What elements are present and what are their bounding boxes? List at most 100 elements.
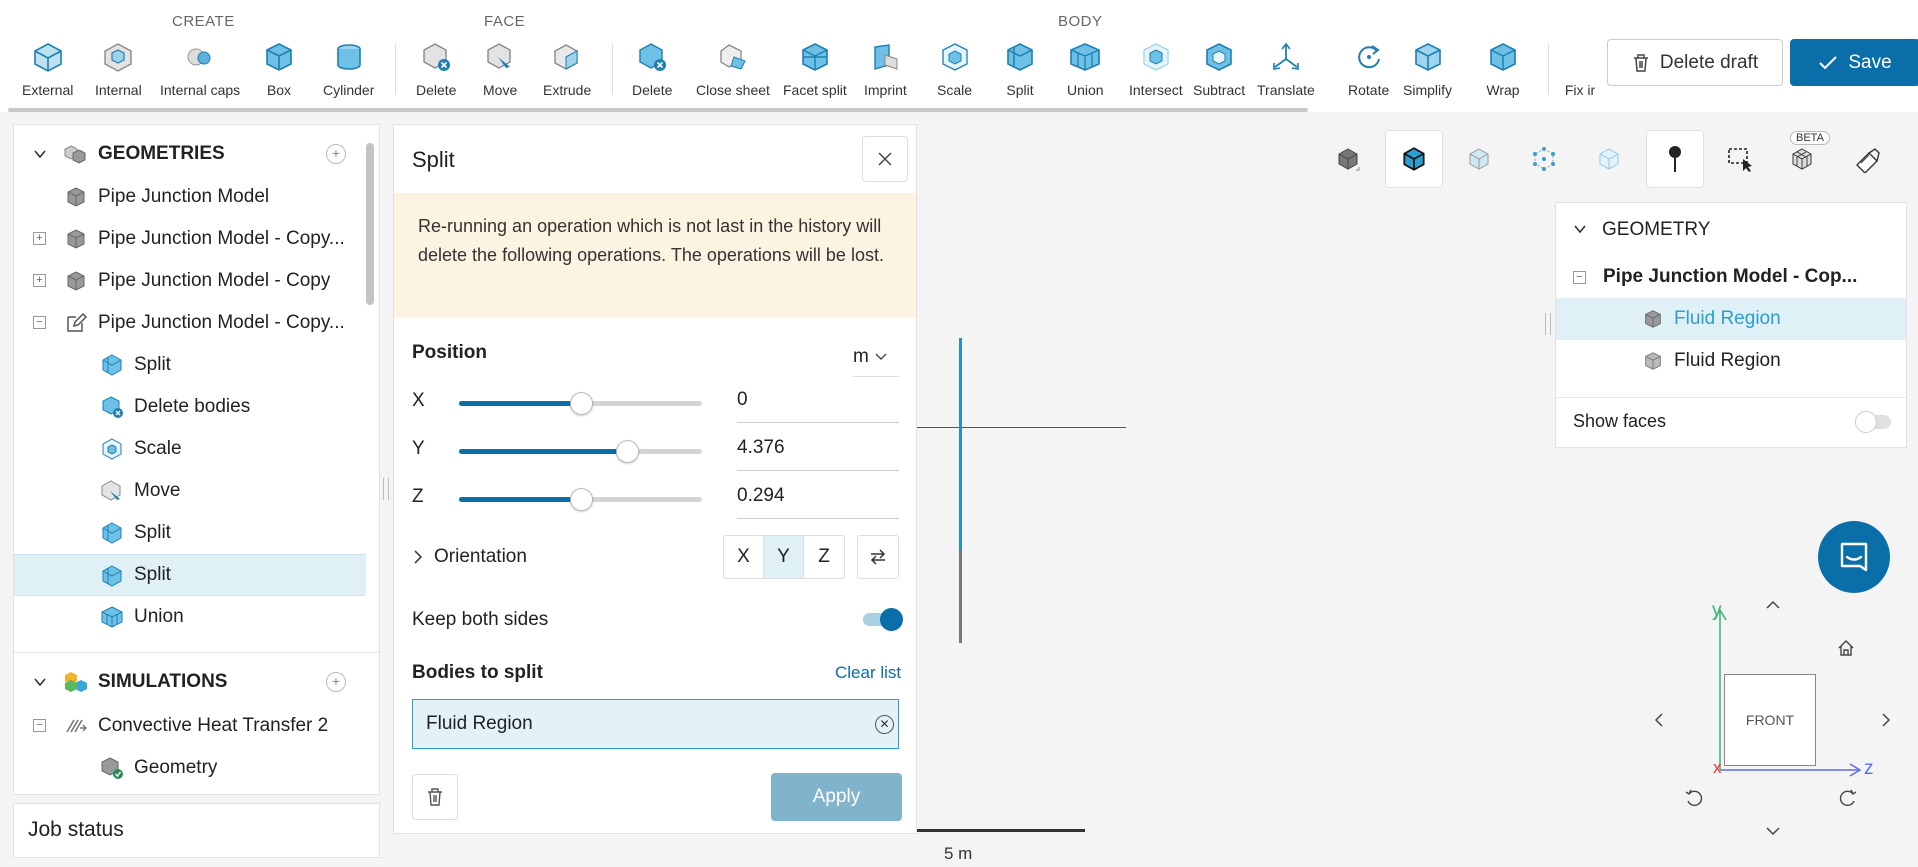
rotate-right-icon[interactable]: [1881, 712, 1891, 728]
solid-edges-view-button[interactable]: [1385, 130, 1443, 188]
tree-item-geometry-draft[interactable]: − Pipe Junction Model - Copy...: [14, 302, 366, 344]
face-delete-button[interactable]: Delete: [416, 40, 456, 98]
rotate-cw-icon[interactable]: [1838, 788, 1858, 808]
face-extrude-button[interactable]: Extrude: [543, 40, 591, 98]
tree-op-split[interactable]: Split: [14, 512, 366, 554]
simulations-header[interactable]: SIMULATIONS +: [14, 661, 366, 703]
box-select-button[interactable]: [1711, 130, 1769, 188]
facet-split-button[interactable]: Facet split: [783, 40, 847, 98]
unit-select[interactable]: m: [853, 337, 899, 377]
geometry-overlay-header[interactable]: GEOMETRY: [1556, 209, 1906, 251]
navigation-cube[interactable]: FRONT: [1724, 674, 1816, 766]
show-faces-toggle[interactable]: [1855, 411, 1891, 433]
add-simulation-button[interactable]: +: [326, 672, 346, 692]
tree-op-delete-bodies[interactable]: Delete bodies: [14, 386, 366, 428]
tree-op-union[interactable]: Union: [14, 596, 366, 638]
tree-item-geometry[interactable]: Pipe Junction Model: [14, 176, 366, 218]
wireframe-view-button[interactable]: [1450, 130, 1508, 188]
z-slider-thumb[interactable]: [569, 488, 593, 511]
rotate-button[interactable]: Rotate: [1348, 40, 1389, 98]
apply-button[interactable]: Apply: [771, 773, 902, 821]
geometries-header[interactable]: GEOMETRIES +: [14, 133, 366, 175]
collapse-toggle[interactable]: −: [33, 316, 46, 329]
save-button[interactable]: Save: [1790, 39, 1918, 86]
wrap-button[interactable]: Wrap: [1486, 40, 1520, 98]
mesh-tool-button[interactable]: [1773, 130, 1831, 188]
add-geometry-button[interactable]: +: [326, 144, 346, 164]
simplify-button[interactable]: Simplify: [1403, 40, 1452, 98]
y-slider[interactable]: [459, 440, 702, 463]
intersect-button[interactable]: Intersect: [1129, 40, 1183, 98]
chevron-down-icon[interactable]: [33, 675, 47, 689]
keep-both-sides-toggle[interactable]: [863, 608, 903, 631]
tree-item-geometry[interactable]: + Pipe Junction Model - Copy...: [14, 218, 366, 260]
collapse-toggle[interactable]: −: [1573, 271, 1586, 284]
orientation-x-button[interactable]: X: [724, 536, 764, 578]
face-move-button[interactable]: Move: [483, 40, 517, 98]
body-chip[interactable]: Fluid Region ✕: [412, 699, 899, 749]
pick-point-button[interactable]: [1646, 130, 1704, 188]
imprint-button[interactable]: Imprint: [864, 40, 907, 98]
close-sheet-button[interactable]: Close sheet: [696, 40, 770, 98]
union-button[interactable]: Union: [1067, 40, 1104, 98]
chat-support-button[interactable]: [1818, 521, 1890, 593]
scale-button[interactable]: Scale: [937, 40, 972, 98]
x-position-input[interactable]: 0: [737, 379, 899, 423]
z-position-input[interactable]: 0.294: [737, 475, 899, 519]
chevron-right-icon[interactable]: [413, 550, 423, 564]
tree-op-move[interactable]: Move: [14, 470, 366, 512]
cylinder-button[interactable]: Cylinder: [323, 40, 374, 98]
overlay-body-row-selected[interactable]: Fluid Region: [1556, 298, 1906, 340]
remove-body-icon[interactable]: ✕: [875, 715, 894, 734]
solid-view-button[interactable]: [1319, 130, 1377, 188]
overlay-model-row[interactable]: − Pipe Junction Model - Cop...: [1556, 256, 1906, 298]
y-slider-thumb[interactable]: [615, 440, 639, 463]
body-delete-button[interactable]: Delete: [632, 40, 672, 98]
tree-item-geometry[interactable]: + Pipe Junction Model - Copy: [14, 260, 366, 302]
tree-item-simulation[interactable]: − Convective Heat Transfer 2: [14, 705, 366, 747]
section-view-button[interactable]: [1838, 130, 1896, 188]
x-slider[interactable]: [459, 392, 702, 415]
orientation-z-button[interactable]: Z: [804, 536, 844, 578]
transparent-view-button[interactable]: [1580, 130, 1638, 188]
chevron-down-icon[interactable]: [33, 147, 47, 161]
rotate-down-icon[interactable]: [1765, 826, 1781, 836]
translate-button[interactable]: Translate: [1257, 40, 1315, 98]
box-button[interactable]: Box: [262, 40, 296, 98]
tree-op-scale[interactable]: Scale: [14, 428, 366, 470]
orientation-y-button[interactable]: Y: [764, 536, 804, 578]
flip-direction-button[interactable]: [857, 535, 899, 579]
z-slider[interactable]: [459, 488, 702, 511]
tree-op-split-selected[interactable]: Split: [14, 554, 366, 596]
orientation-label[interactable]: Orientation: [434, 546, 527, 568]
fix-button[interactable]: Fix ir: [1563, 40, 1597, 98]
chevron-down-icon[interactable]: [1573, 224, 1587, 234]
points-view-button[interactable]: [1515, 130, 1573, 188]
internal-button[interactable]: Internal: [95, 40, 142, 98]
rotate-up-icon[interactable]: [1765, 600, 1781, 610]
left-panel-resize-handle[interactable]: [383, 478, 389, 500]
y-position-input[interactable]: 4.376: [737, 427, 899, 471]
y-axis-label: Y: [412, 438, 425, 459]
expand-toggle[interactable]: +: [33, 274, 46, 287]
tree-item-sim-geometry[interactable]: Geometry: [14, 747, 366, 789]
subtract-button[interactable]: Subtract: [1193, 40, 1245, 98]
tree-op-split[interactable]: Split: [14, 344, 366, 386]
x-slider-thumb[interactable]: [569, 392, 593, 415]
rotate-left-icon[interactable]: [1654, 712, 1664, 728]
internal-caps-button[interactable]: Internal caps: [160, 40, 240, 98]
overlay-resize-handle[interactable]: [1545, 313, 1551, 335]
split-button[interactable]: Split: [1003, 40, 1037, 98]
clear-list-link[interactable]: Clear list: [835, 663, 901, 683]
tree-scrollbar[interactable]: [366, 143, 374, 305]
rotate-ccw-icon[interactable]: [1684, 788, 1704, 808]
close-button[interactable]: [862, 136, 908, 182]
delete-draft-button[interactable]: Delete draft: [1607, 39, 1783, 86]
external-button[interactable]: External: [22, 40, 73, 98]
overlay-body-row[interactable]: Fluid Region: [1556, 340, 1906, 382]
collapse-toggle[interactable]: −: [33, 719, 46, 732]
delete-operation-button[interactable]: [412, 774, 458, 820]
expand-toggle[interactable]: +: [33, 232, 46, 245]
home-icon[interactable]: [1836, 638, 1856, 658]
job-status-panel[interactable]: Job status: [13, 803, 380, 858]
